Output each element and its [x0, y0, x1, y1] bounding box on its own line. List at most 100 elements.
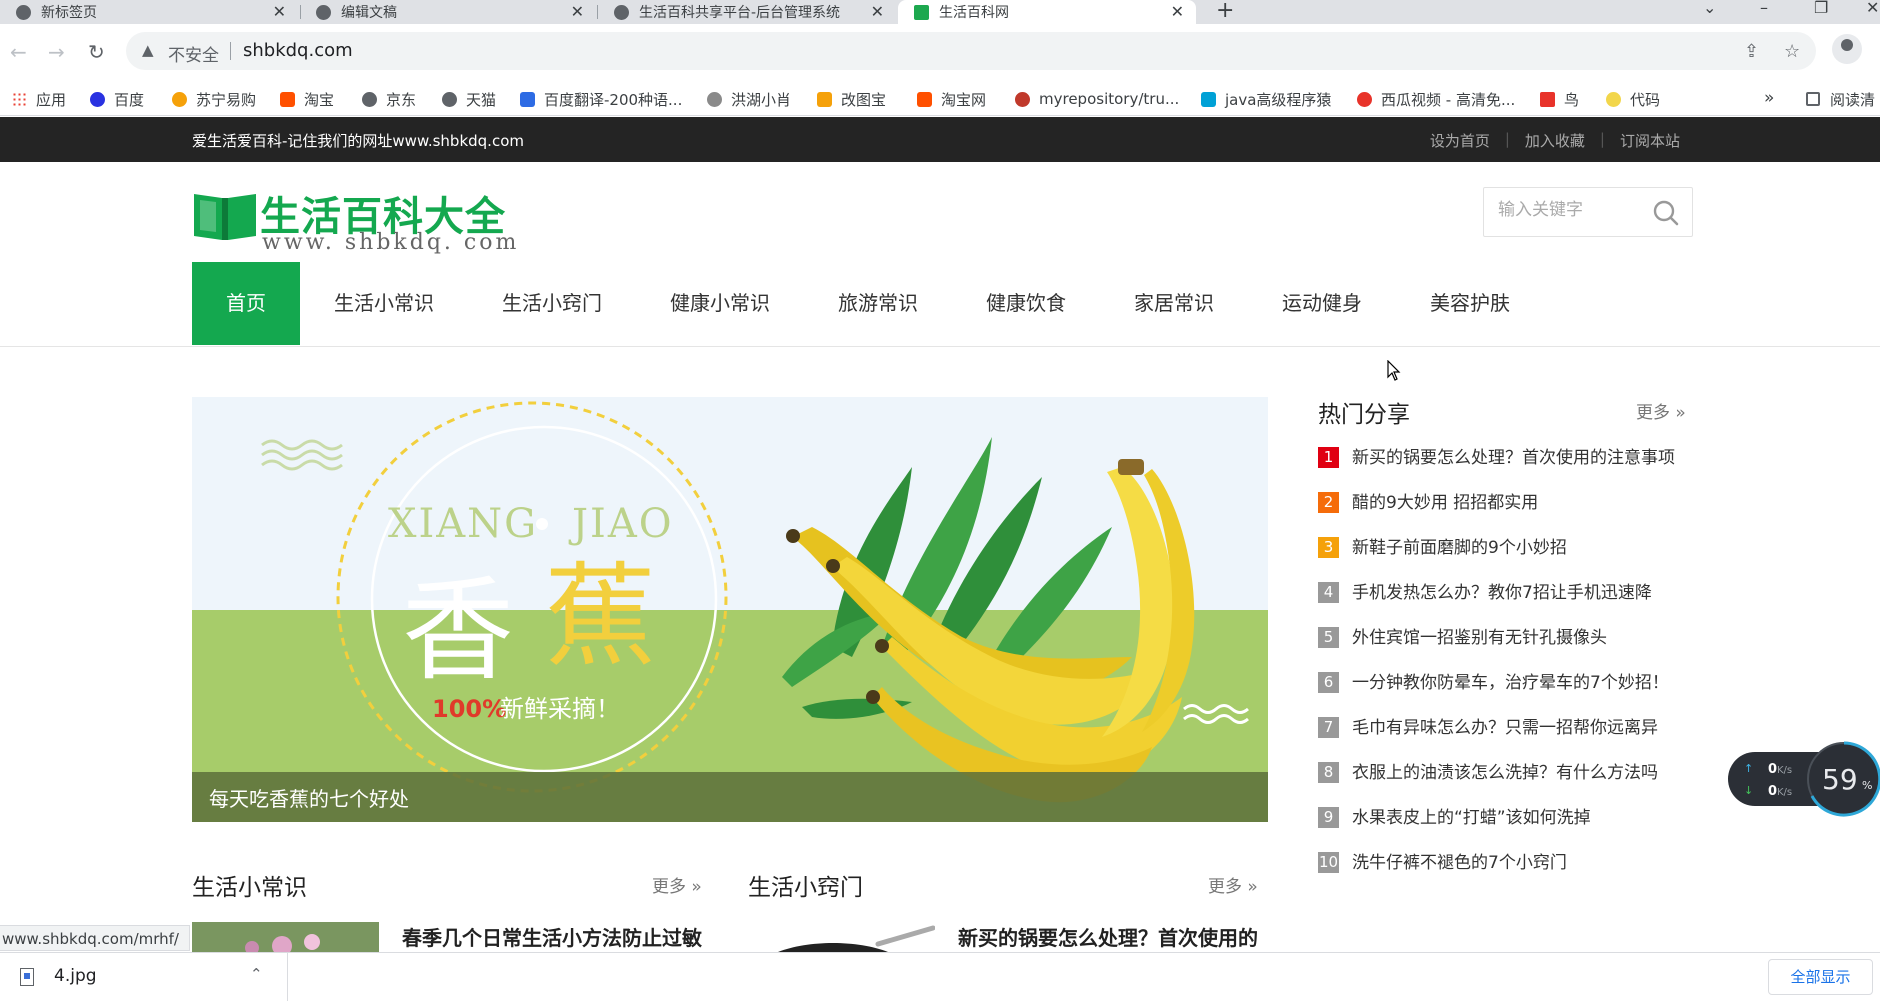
show-all-downloads-button[interactable]: 全部显示 — [1768, 959, 1873, 995]
close-icon[interactable]: ✕ — [871, 2, 884, 21]
bookmark-label: java高级程序猿 — [1225, 90, 1332, 109]
list-item-title[interactable]: 衣服上的油渍该怎么洗掉？有什么方法吗 — [1352, 758, 1658, 783]
nav-beauty[interactable]: 美容护肤 — [1396, 262, 1544, 345]
list-item-title[interactable]: 新鞋子前面磨脚的9个小妙招 — [1352, 533, 1567, 558]
address-bar[interactable]: ▲ 不安全 shbkdq.com ⇪ ☆ — [126, 32, 1816, 70]
tab-admin-system[interactable]: 生活百科共享平台-后台管理系统 ✕ — [598, 0, 896, 24]
more-label: 更多 — [1208, 877, 1242, 897]
bookmark-myrepository[interactable]: myrepository/tru... — [1015, 82, 1179, 116]
bookmark-suning[interactable]: 苏宁易购 — [172, 82, 256, 116]
banner-caption[interactable]: 每天吃香蕉的七个好处 — [209, 783, 409, 812]
network-speed-widget[interactable]: ↑ ↓ 0 K/s 0 K/s 59 % — [1726, 738, 1880, 820]
close-icon[interactable]: ✕ — [571, 2, 584, 21]
bookmark-apps[interactable]: 应用 — [12, 82, 66, 116]
bookmark-label: 改图宝 — [841, 90, 887, 109]
list-item[interactable]: 8 衣服上的油渍该怎么洗掉？有什么方法吗 — [1318, 758, 1698, 803]
list-item-title[interactable]: 毛巾有异味怎么办？只需一招帮你远离异 — [1352, 713, 1658, 738]
rank-badge: 3 — [1318, 537, 1339, 558]
new-tab-button[interactable]: + — [1216, 0, 1234, 23]
minimize-icon[interactable]: – — [1760, 0, 1768, 17]
list-item-title[interactable]: 一分钟教你防晕车，治疗晕车的7个妙招！ — [1352, 668, 1669, 693]
rank-badge: 9 — [1318, 807, 1339, 828]
chevron-up-icon[interactable]: ⌃ — [250, 965, 263, 983]
article-title[interactable]: 新买的锅要怎么处理？首次使用的 — [958, 922, 1258, 951]
list-item-title[interactable]: 手机发热怎么办？教你7招让手机迅速降 — [1352, 578, 1652, 603]
nav-health-tips[interactable]: 健康小常识 — [636, 262, 804, 345]
list-item[interactable]: 4 手机发热怎么办？教你7招让手机迅速降 — [1318, 578, 1698, 623]
bookmark-baidu-translate[interactable]: 百度翻译-200种语... — [520, 82, 682, 116]
nav-healthy-diet[interactable]: 健康饮食 — [952, 262, 1100, 345]
bookmark-xigua[interactable]: 西瓜视频 - 高清免... — [1357, 82, 1515, 116]
list-item-title[interactable]: 醋的9大妙用 招招都实用 — [1352, 488, 1538, 513]
add-favorite-link[interactable]: 加入收藏 — [1510, 130, 1600, 151]
translate-icon — [520, 91, 535, 107]
list-item-title[interactable]: 外住宾馆一招鉴别有无针孔摄像头 — [1352, 623, 1607, 648]
bookmark-gaitubao[interactable]: 改图宝 — [817, 82, 886, 116]
list-item-title[interactable]: 洗牛仔裤不褪色的7个小窍门 — [1352, 848, 1567, 873]
tab-new-tab[interactable]: 新标签页 ✕ — [0, 0, 298, 24]
window-close-icon[interactable]: ✕ — [1866, 0, 1879, 17]
set-homepage-link[interactable]: 设为首页 — [1415, 130, 1505, 151]
star-icon[interactable]: ☆ — [1784, 41, 1800, 62]
close-icon[interactable]: ✕ — [1171, 2, 1184, 21]
nav-travel[interactable]: 旅游常识 — [804, 262, 952, 345]
list-item[interactable]: 6 一分钟教你防晕车，治疗晕车的7个妙招！ — [1318, 668, 1698, 713]
bookmark-taobao-net[interactable]: 淘宝网 — [917, 82, 986, 116]
bookmarks-overflow-button[interactable]: » — [1764, 88, 1774, 108]
list-item[interactable]: 9 水果表皮上的“打蜡”该如何洗掉 — [1318, 803, 1698, 848]
restore-icon[interactable]: ❐ — [1814, 0, 1828, 17]
bookmark-bird[interactable]: 鸟 — [1540, 82, 1579, 116]
share-icon[interactable]: ⇪ — [1744, 41, 1759, 62]
article-title[interactable]: 春季几个日常生活小方法防止过敏 — [402, 922, 702, 951]
bookmark-tmall[interactable]: 天猫 — [442, 82, 496, 116]
list-item[interactable]: 3 新鞋子前面磨脚的9个小妙招 — [1318, 533, 1698, 578]
list-item[interactable]: 10 洗牛仔裤不褪色的7个小窍门 — [1318, 848, 1698, 893]
section-more-link[interactable]: 更多 » — [1208, 872, 1258, 897]
reading-list-button[interactable]: 阅读清 — [1806, 82, 1875, 116]
bookmark-taobao[interactable]: 淘宝 — [280, 82, 334, 116]
url-text[interactable]: shbkdq.com — [243, 40, 353, 61]
bookmark-code[interactable]: 代码 — [1606, 82, 1660, 116]
list-item[interactable]: 2 醋的9大妙用 招招都实用 — [1318, 488, 1698, 533]
hot-more-link[interactable]: 更多 » — [1636, 398, 1686, 423]
bookmark-java[interactable]: java高级程序猿 — [1201, 82, 1331, 116]
nav-home-living[interactable]: 家居常识 — [1100, 262, 1248, 345]
list-item[interactable]: 7 毛巾有异味怎么办？只需一招帮你远离异 — [1318, 713, 1698, 758]
hero-banner[interactable]: XIANG JIAO 香 蕉 100% 新鲜采摘！ 每天吃香蕉的七个好处 — [192, 397, 1268, 822]
list-item[interactable]: 1 新买的锅要怎么处理？首次使用的注意事项 — [1318, 443, 1698, 488]
tab-life-encyclopedia[interactable]: 生活百科网 ✕ — [898, 0, 1196, 24]
tab-edit-draft[interactable]: 编辑文稿 ✕ — [300, 0, 596, 24]
profile-avatar-icon[interactable] — [1832, 34, 1862, 64]
article-thumbnail[interactable] — [748, 922, 935, 952]
list-item-title[interactable]: 新买的锅要怎么处理？首次使用的注意事项 — [1352, 443, 1675, 468]
section-more-link[interactable]: 更多 » — [652, 872, 702, 897]
download-filename[interactable]: 4.jpg — [54, 966, 97, 986]
double-chevron-right-icon: » — [1675, 403, 1686, 423]
warning-icon[interactable]: ▲ — [142, 41, 154, 59]
close-icon[interactable]: ✕ — [273, 2, 286, 21]
nav-fitness[interactable]: 运动健身 — [1248, 262, 1396, 345]
nav-life-tips[interactable]: 生活小常识 — [300, 262, 468, 345]
bookmark-baidu[interactable]: 百度 — [90, 82, 144, 116]
search-icon[interactable] — [1652, 199, 1680, 227]
section-title-life-tips: 生活小常识 — [192, 875, 307, 901]
list-item-title[interactable]: 水果表皮上的“打蜡”该如何洗掉 — [1352, 803, 1591, 828]
security-status[interactable]: 不安全 — [168, 41, 219, 66]
bookmark-honghu[interactable]: 洪湖小肖 — [707, 82, 791, 116]
tab-search-icon[interactable]: ⌄ — [1703, 0, 1716, 17]
bookmark-jd[interactable]: 京东 — [362, 82, 416, 116]
nav-home[interactable]: 首页 — [192, 262, 300, 345]
reload-icon[interactable]: ↻ — [88, 40, 105, 64]
list-item[interactable]: 5 外住宾馆一招鉴别有无针孔摄像头 — [1318, 623, 1698, 668]
back-icon[interactable]: ← — [10, 40, 27, 64]
subscribe-link[interactable]: 订阅本站 — [1605, 130, 1695, 151]
download-item[interactable]: 4.jpg ⌃ — [0, 953, 288, 1001]
nav-life-tricks[interactable]: 生活小窍门 — [468, 262, 636, 345]
globe-icon — [442, 91, 457, 107]
site-logo[interactable]: 生活百科大全 www. shbkdq. com — [192, 182, 522, 255]
forward-icon[interactable]: → — [48, 40, 65, 64]
browser-toolbar: ← → ↻ ▲ 不安全 shbkdq.com ⇪ ☆ — [0, 24, 1880, 82]
article-thumbnail[interactable] — [192, 922, 379, 952]
search-input[interactable] — [1498, 200, 1638, 220]
double-chevron-right-icon: » — [1247, 877, 1258, 897]
